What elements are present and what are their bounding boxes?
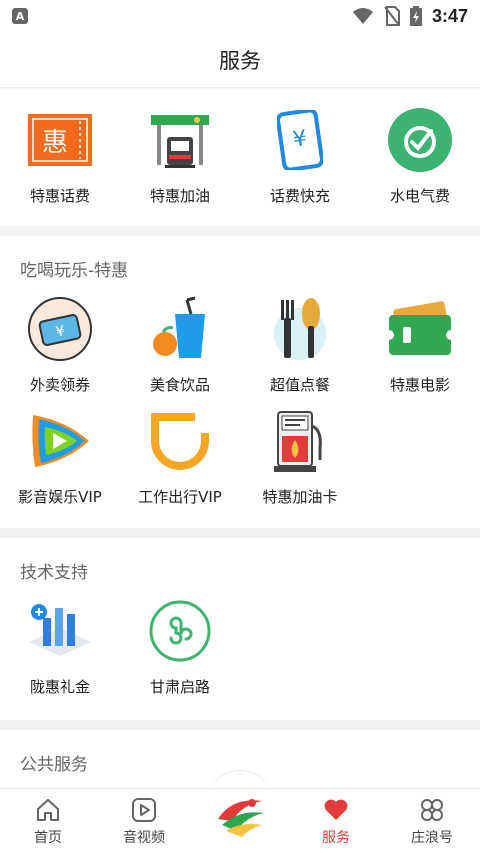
- phone-yen-icon: ¥: [277, 110, 323, 170]
- service-label: 特惠加油: [149, 187, 210, 205]
- fun-label: 影音娱乐VIP: [18, 488, 102, 506]
- home-icon: [37, 799, 59, 821]
- tab-video[interactable]: 音视频: [96, 789, 192, 853]
- tab-home[interactable]: 首页: [0, 789, 96, 853]
- section-title: 技术支持: [20, 563, 88, 583]
- fun-item-food-drink[interactable]: 美食饮品: [120, 294, 240, 395]
- tab-label: 首页: [34, 830, 62, 846]
- tech-label: 陇惠礼金: [29, 678, 90, 696]
- fun-item-takeout[interactable]: ¥ 外卖领券: [0, 294, 120, 395]
- fun-label: 外卖领券: [29, 376, 90, 394]
- mini-program-icon: [149, 600, 211, 662]
- tab-zhuanglang[interactable]: 庄浪号: [384, 789, 480, 853]
- tech-item-qilu[interactable]: 甘肃启路: [120, 596, 240, 697]
- bottom-tabbar: 首页 音视频 服务 庄浪号: [0, 788, 480, 853]
- service-item-utility[interactable]: 水电气费: [360, 105, 480, 206]
- fun-label: 超值点餐: [269, 376, 330, 394]
- movie-ticket-icon: [387, 301, 453, 355]
- video-play-icon: [32, 415, 89, 467]
- fuel-card-icon: [274, 411, 322, 472]
- tech-item-gift[interactable]: 陇惠礼金: [0, 596, 120, 697]
- battery-charging-icon: [409, 6, 422, 26]
- tab-label: 服务: [322, 830, 350, 846]
- fun-item-fuel-card[interactable]: 特惠加油卡: [240, 406, 360, 507]
- service-item-recharge[interactable]: ¥ 话费快充: [240, 105, 360, 206]
- section-tech: 技术支持 陇惠礼金 甘肃启路: [0, 538, 480, 720]
- service-label: 话费快充: [269, 187, 330, 205]
- wifi-icon: [352, 8, 373, 24]
- section-services: 惠 特惠话费 特惠加油 ¥ 话费快充 水电气费: [0, 89, 480, 226]
- service-item-gas[interactable]: 特惠加油: [120, 105, 240, 206]
- tab-service[interactable]: 服务: [288, 789, 384, 853]
- cutlery-icon: [274, 298, 326, 360]
- svg-text:惠: 惠: [42, 128, 68, 158]
- service-label: 特惠话费: [29, 187, 90, 205]
- gas-station-icon: [151, 115, 209, 168]
- no-sim-icon: [384, 6, 400, 26]
- tab-label: 庄浪号: [411, 830, 453, 846]
- notification-icon: A: [12, 8, 28, 24]
- heart-icon: [324, 799, 348, 820]
- fun-label: 特惠加油卡: [262, 488, 338, 506]
- discount-ticket-icon: 惠: [28, 114, 92, 166]
- drink-fruit-icon: [153, 296, 205, 358]
- fun-item-travel-vip[interactable]: 工作出行VIP: [120, 406, 240, 507]
- page-header: 服务: [0, 32, 480, 88]
- video-icon: [132, 798, 156, 822]
- fun-item-video-vip[interactable]: 影音娱乐VIP: [0, 406, 120, 507]
- tab-app-logo[interactable]: [192, 789, 288, 853]
- service-label: 水电气费: [389, 187, 450, 205]
- fun-label: 工作出行VIP: [138, 488, 222, 506]
- status-bar: A 3:47: [0, 0, 480, 32]
- section-fun: 吃喝玩乐-特惠 ¥ 外卖领券 美食饮品 超值点餐 特惠电影 影音娱乐VIP 工作…: [0, 236, 480, 528]
- takeout-coupon-icon: ¥: [28, 297, 92, 361]
- service-item-phone-bill[interactable]: 惠 特惠话费: [0, 105, 120, 206]
- clock: 3:47: [431, 5, 468, 26]
- app-logo-icon: [218, 799, 264, 837]
- tab-label: 音视频: [123, 830, 165, 846]
- tech-label: 甘肃启路: [149, 678, 210, 696]
- fun-item-movie[interactable]: 特惠电影: [360, 294, 480, 395]
- page-title: 服务: [219, 48, 261, 73]
- bar-chart-gift-icon: [29, 604, 91, 656]
- section-title: 公共服务: [20, 755, 88, 775]
- fun-label: 特惠电影: [389, 376, 450, 394]
- fun-label: 美食饮品: [149, 376, 210, 394]
- ride-hailing-icon: [151, 413, 209, 470]
- fun-item-meal[interactable]: 超值点餐: [240, 294, 360, 395]
- four-petal-icon: [421, 799, 443, 821]
- utility-leaf-icon: [388, 108, 452, 172]
- section-title: 吃喝玩乐-特惠: [20, 261, 129, 281]
